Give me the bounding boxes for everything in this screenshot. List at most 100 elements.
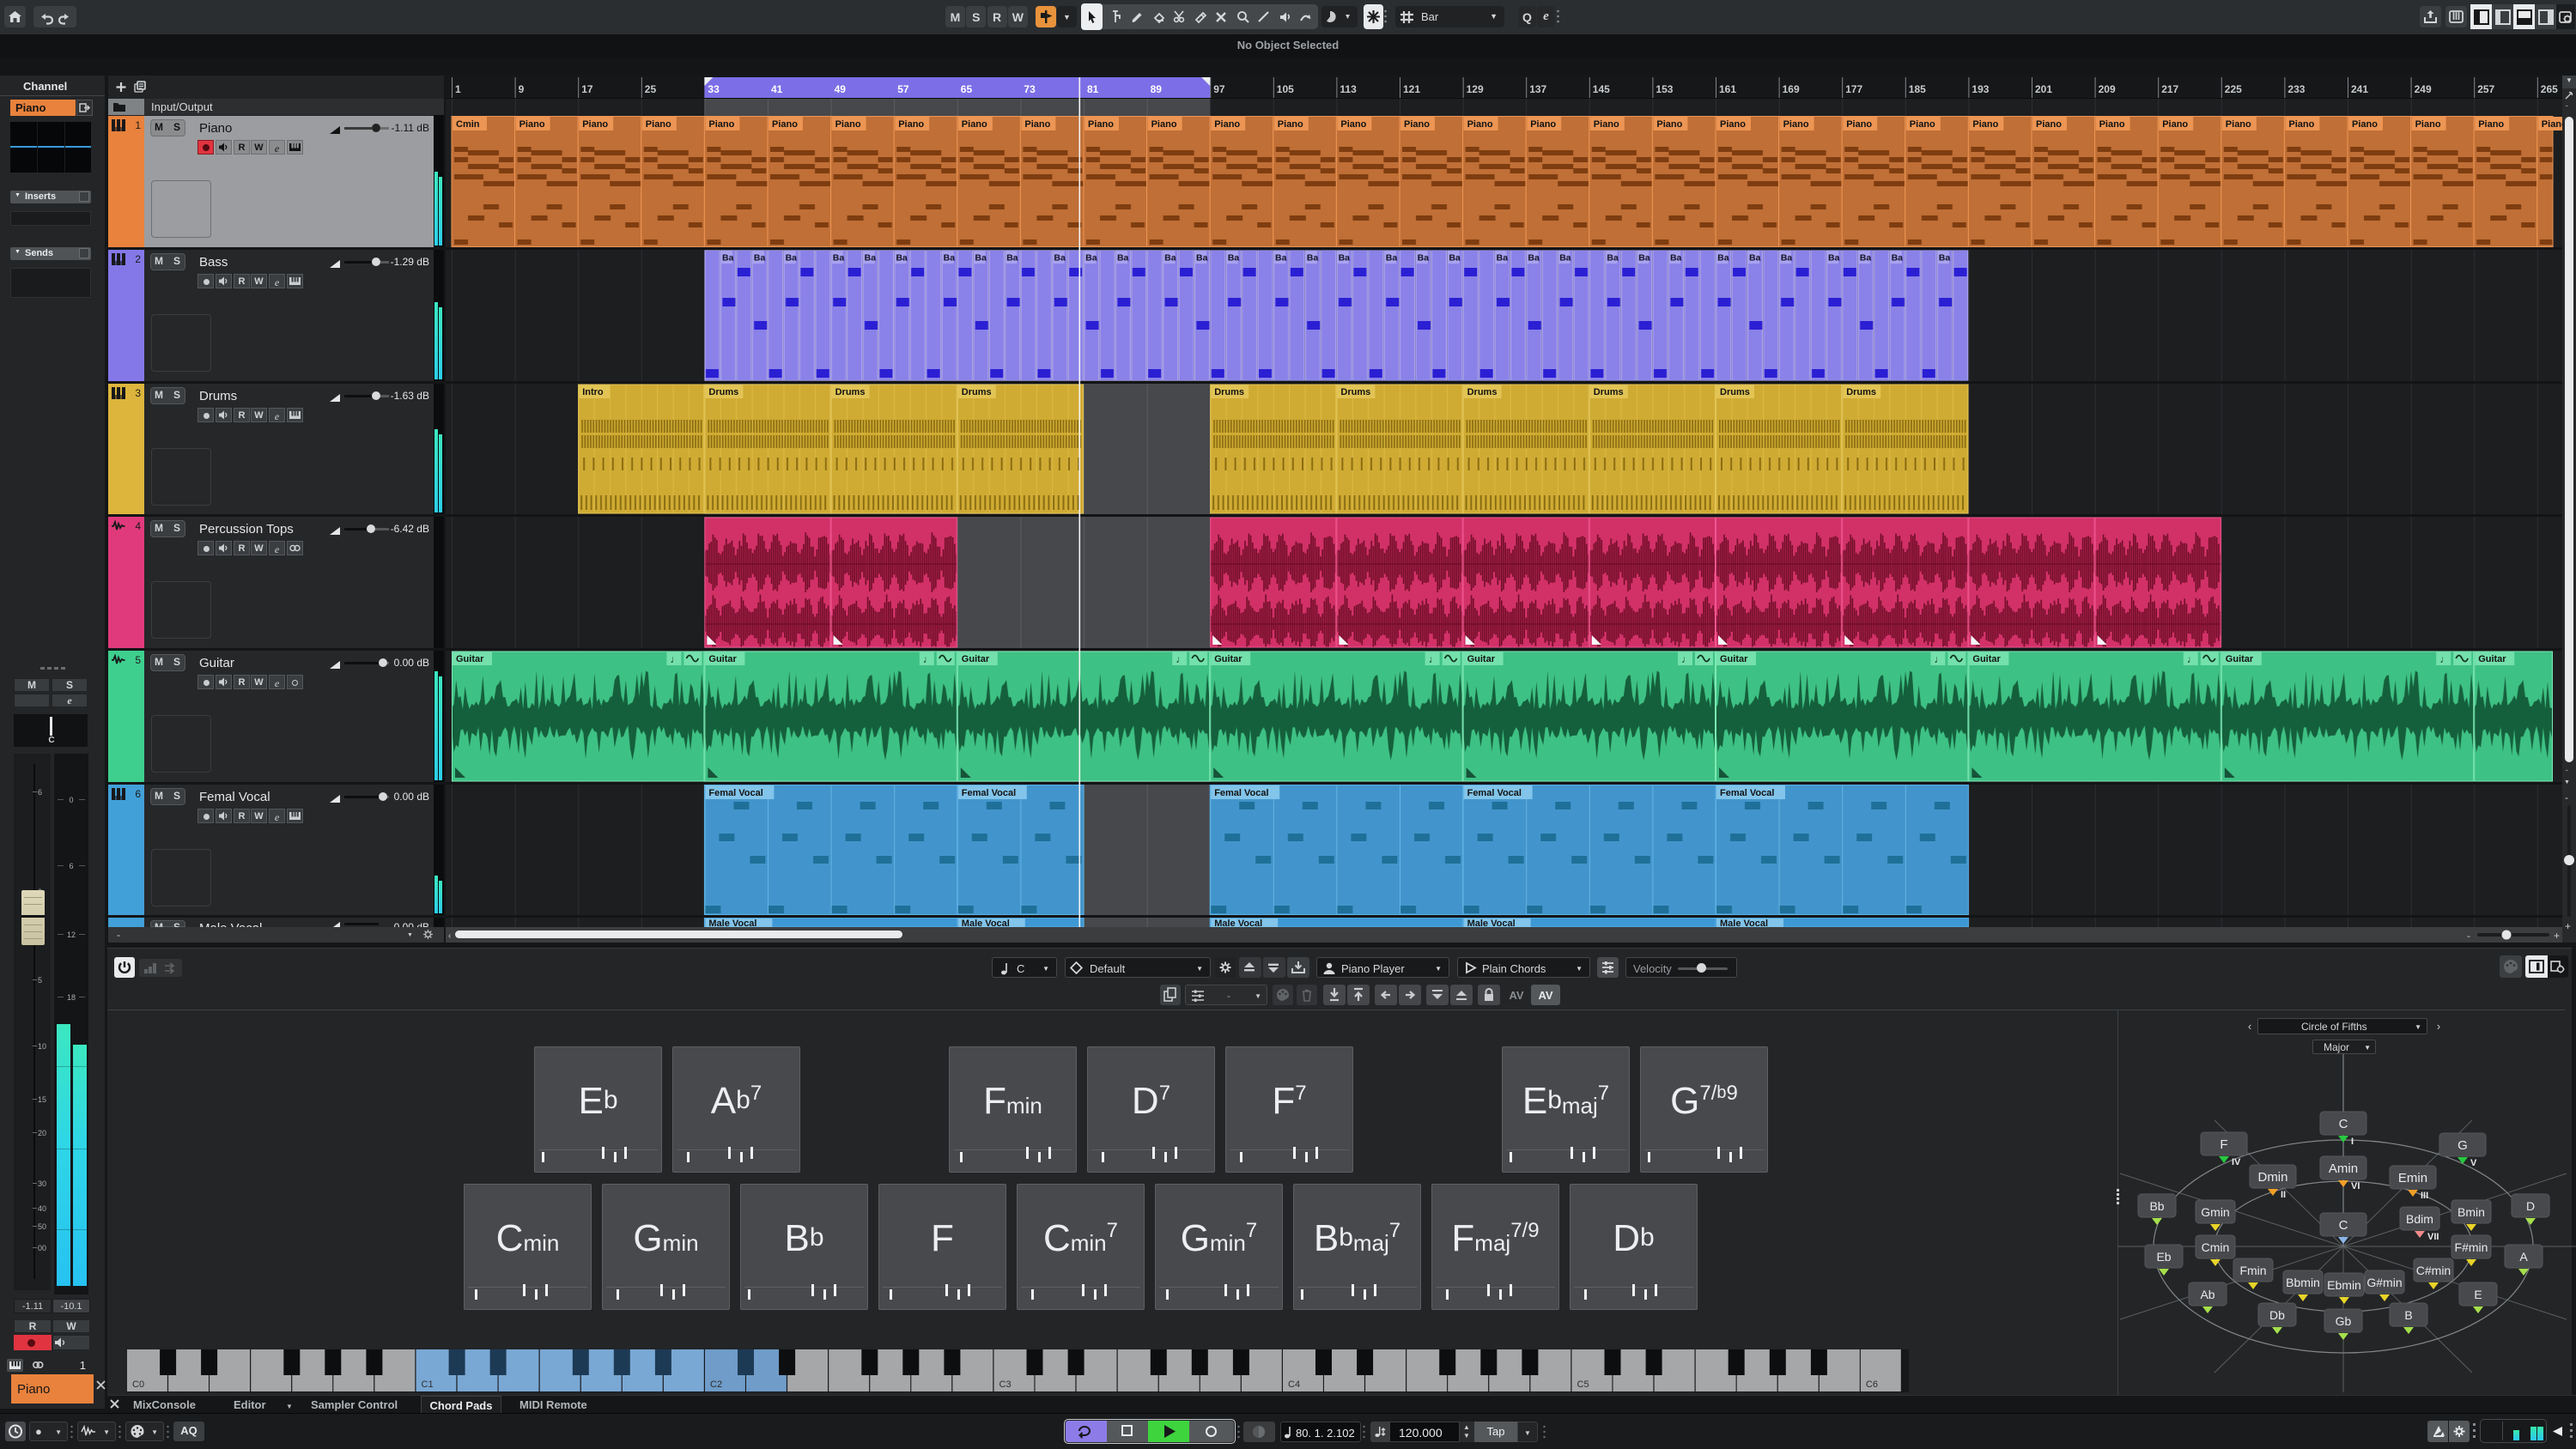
svg-text:C#min: C#min [2416,1264,2451,1277]
svg-text:Dmin: Dmin [2257,1170,2287,1185]
svg-text:♩: ♩ [2187,653,2197,665]
svg-text:Cmin: Cmin [456,119,480,130]
svg-text:B: B [2404,1308,2412,1322]
svg-text:Guitar: Guitar [708,654,737,664]
svg-text:+: + [2554,930,2560,942]
svg-text:Femal Vocal: Femal Vocal [962,788,1016,798]
svg-text:♩: ♩ [1934,653,1944,665]
svg-text:Piano: Piano [1340,119,1366,130]
svg-text:Piano: Piano [2099,119,2125,130]
svg-text:Guitar: Guitar [2226,654,2254,664]
svg-text:♩: ♩ [2439,653,2450,665]
svg-text:Drums: Drums [835,387,866,397]
svg-text:Piano: Piano [1151,119,1177,130]
svg-text:♩: ♩ [1681,653,1692,665]
svg-text:Gmin: Gmin [2201,1205,2229,1219]
svg-text:9: 9 [519,83,525,95]
svg-text:169: 169 [1783,83,1800,95]
svg-text:IV: IV [2232,1157,2241,1167]
svg-text:153: 153 [1656,83,1673,95]
svg-text:E: E [2474,1288,2482,1301]
svg-text:Drums: Drums [1467,387,1498,397]
svg-text:Piano: Piano [898,119,924,130]
svg-text:♩: ♩ [670,653,680,665]
svg-text:Guitar: Guitar [1214,654,1242,664]
svg-text:A: A [2519,1250,2528,1264]
svg-text:Piano: Piano [1530,119,1556,130]
svg-text:VII: VII [2427,1232,2439,1242]
svg-text:C5: C5 [1577,1379,1589,1390]
svg-text:Piano: Piano [2478,119,2504,130]
svg-text:241: 241 [2351,83,2368,95]
svg-text:73: 73 [1024,83,1036,95]
svg-text:129: 129 [1467,83,1484,95]
svg-text:17: 17 [581,83,593,95]
svg-text:C: C [2339,1218,2348,1233]
svg-text:F#min: F#min [2455,1240,2488,1254]
svg-text:33: 33 [708,83,720,95]
svg-text:25: 25 [645,83,657,95]
svg-text:II: II [2281,1190,2286,1200]
svg-text:57: 57 [897,83,909,95]
svg-text:-: - [2467,930,2470,942]
svg-text:209: 209 [2099,83,2116,95]
svg-text:Gb: Gb [2336,1314,2352,1328]
svg-text:Piano: Piano [582,119,608,130]
svg-text:C4: C4 [1288,1379,1300,1390]
svg-text:Piano: Piano [1783,119,1809,130]
svg-text:Piano: Piano [1720,119,1746,130]
svg-text:Piano: Piano [2036,119,2062,130]
svg-text:C: C [2339,1117,2348,1131]
svg-text:Guitar: Guitar [962,654,990,664]
svg-text:C3: C3 [999,1379,1012,1390]
svg-text:233: 233 [2287,83,2305,95]
svg-text:Drums: Drums [1340,387,1370,397]
svg-text:Piano: Piano [1467,119,1493,130]
svg-text:V: V [2470,1158,2477,1168]
svg-text:C1: C1 [422,1379,434,1390]
svg-text:♩: ♩ [1176,653,1186,665]
svg-text:145: 145 [1593,83,1610,95]
svg-text:121: 121 [1403,83,1420,95]
svg-text:Guitar: Guitar [456,654,484,664]
svg-text:Cmin: Cmin [2202,1240,2230,1254]
svg-text:Db: Db [2269,1308,2285,1322]
svg-text:Ebmin: Ebmin [2327,1278,2361,1292]
svg-text:Drums: Drums [1214,387,1244,397]
svg-text:Piano: Piano [1404,119,1430,130]
svg-text:81: 81 [1087,83,1099,95]
svg-text:I: I [2351,1137,2354,1147]
svg-text:Amin: Amin [2329,1161,2358,1176]
svg-text:Bb: Bb [2149,1199,2164,1213]
svg-text:Piano: Piano [1846,119,1872,130]
svg-text:Piano: Piano [1972,119,1998,130]
svg-text:C6: C6 [1866,1379,1878,1390]
svg-text:Guitar: Guitar [1467,654,1496,664]
svg-text:F: F [2220,1137,2227,1152]
svg-text:Bmin: Bmin [2458,1205,2485,1219]
svg-text:Drums: Drums [1594,387,1624,397]
svg-text:1: 1 [455,83,461,95]
svg-text:177: 177 [1845,83,1862,95]
svg-text:265: 265 [2541,83,2558,95]
svg-text:C2: C2 [710,1379,722,1390]
svg-text:161: 161 [1719,83,1736,95]
svg-text:G#min: G#min [2366,1276,2402,1289]
svg-text:Piano: Piano [2288,119,2314,130]
svg-text:Fmin: Fmin [2239,1264,2266,1277]
svg-text:257: 257 [2477,83,2494,95]
svg-text:Piano: Piano [1214,119,1240,130]
svg-text:Piano: Piano [2162,119,2188,130]
svg-text:Ab: Ab [2200,1288,2215,1301]
svg-text:Drums: Drums [1846,387,1876,397]
svg-text:III: III [2421,1191,2428,1201]
svg-text:Emin: Emin [2398,1171,2427,1185]
svg-text:137: 137 [1529,83,1546,95]
svg-text:G: G [2458,1138,2468,1153]
svg-text:Intro: Intro [582,387,604,397]
svg-text:Piano: Piano [519,119,545,130]
svg-text:Piano: Piano [1594,119,1619,130]
svg-text:Piano: Piano [962,119,987,130]
svg-text:Guitar: Guitar [2478,654,2506,664]
svg-text:Drums: Drums [708,387,738,397]
